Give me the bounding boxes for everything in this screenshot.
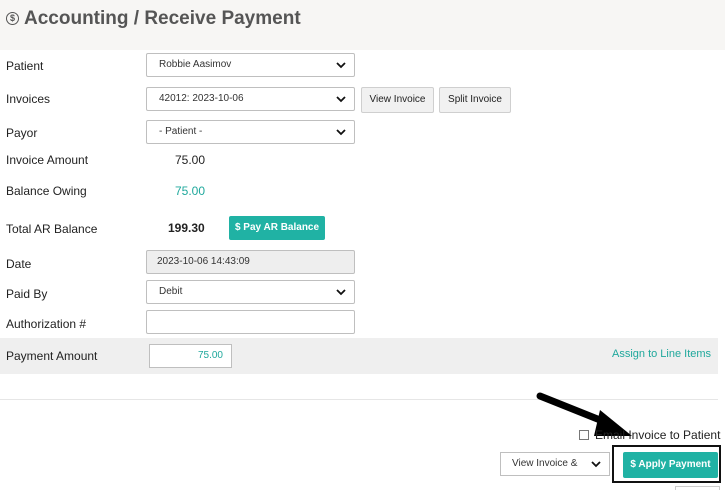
total-ar-balance-label: Total AR Balance	[6, 222, 98, 236]
payor-select-value: - Patient -	[159, 126, 203, 137]
payment-amount-row: Payment Amount 75.00 Assign to Line Item…	[0, 338, 718, 374]
total-ar-balance-value: 199.30	[168, 221, 205, 235]
paid-by-select-value: Debit	[159, 286, 183, 297]
date-label: Date	[6, 257, 32, 271]
email-invoice-checkbox[interactable]	[579, 430, 589, 440]
view-invoice-select-value: View Invoice &	[512, 458, 578, 469]
chevron-down-icon	[336, 96, 346, 103]
paid-by-label: Paid By	[6, 287, 48, 301]
chevron-down-icon	[336, 129, 346, 136]
balance-owing-value: 75.00	[175, 184, 206, 198]
invoices-label: Invoices	[6, 92, 51, 106]
authorization-label: Authorization #	[6, 317, 87, 331]
authorization-field[interactable]	[146, 310, 355, 334]
balance-owing-label: Balance Owing	[6, 184, 87, 198]
payment-amount-label: Payment Amount	[6, 349, 98, 363]
bottom-button-edge	[675, 486, 720, 490]
payment-amount-input[interactable]: 75.00	[149, 344, 232, 368]
chevron-down-icon	[336, 289, 346, 296]
split-invoice-button[interactable]: Split Invoice	[439, 87, 511, 113]
date-field[interactable]: 2023-10-06 14:43:09	[146, 250, 355, 274]
view-invoice-select[interactable]: View Invoice &	[500, 452, 610, 476]
payor-label: Payor	[6, 126, 38, 140]
chevron-down-icon	[591, 461, 601, 468]
assign-to-line-items-link[interactable]: Assign to Line Items	[612, 348, 711, 360]
page-title: Accounting / Receive Payment	[24, 8, 301, 29]
patient-select-value: Robbie Aasimov	[159, 59, 232, 70]
payor-select[interactable]: - Patient -	[146, 120, 355, 144]
view-invoice-button[interactable]: View Invoice	[361, 87, 434, 113]
paid-by-select[interactable]: Debit	[146, 280, 355, 304]
invoice-select-value: 42012: 2023-10-06	[159, 93, 244, 104]
dollar-circle-icon: $	[6, 12, 19, 25]
chevron-down-icon	[336, 62, 346, 69]
email-invoice-label: Email Invoice to Patient	[595, 428, 721, 442]
pay-ar-balance-button[interactable]: $ Pay AR Balance	[229, 216, 325, 240]
invoice-amount-value: 75.00	[175, 153, 206, 167]
invoice-select[interactable]: 42012: 2023-10-06	[146, 87, 355, 111]
page-header: $ Accounting / Receive Payment	[0, 0, 725, 50]
receive-payment-form: Patient Robbie Aasimov Invoices 42012: 2…	[0, 50, 725, 375]
patient-select[interactable]: Robbie Aasimov	[146, 53, 355, 77]
patient-label: Patient	[6, 59, 44, 73]
invoice-amount-label: Invoice Amount	[6, 153, 89, 167]
apply-payment-button[interactable]: $ Apply Payment	[623, 452, 718, 478]
